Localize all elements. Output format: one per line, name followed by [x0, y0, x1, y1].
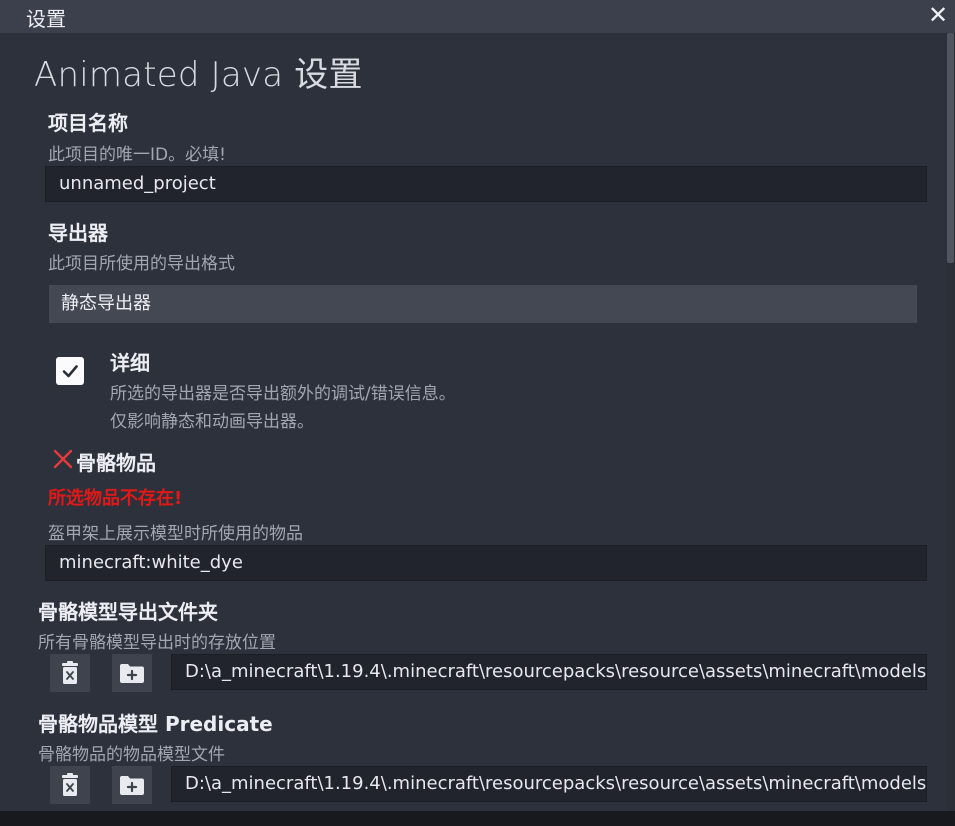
project-name-input[interactable]: unnamed_project [45, 166, 927, 202]
verbose-desc-line2: 仅影响静态和动画导出器。 [110, 412, 314, 432]
settings-panel: Animated Java 设置 项目名称 此项目的唯一ID。必填! unnam… [0, 33, 946, 811]
close-icon[interactable]: ✕ [926, 1, 950, 29]
rig-predicate-input[interactable]: D:\a_minecraft\1.19.4\.minecraft\resourc… [171, 766, 927, 802]
dialog-titlebar: 设置 ✕ [0, 0, 955, 33]
rig-item-desc: 盔甲架上展示模型时所使用的物品 [48, 524, 303, 544]
rig-export-folder-desc: 所有骨骼模型导出时的存放位置 [38, 633, 276, 653]
rig-predicate-label: 骨骼物品模型 Predicate [38, 712, 273, 736]
exporter-desc: 此项目所使用的导出格式 [48, 254, 235, 274]
rig-item-error: 所选物品不存在! [48, 488, 183, 509]
error-x-icon [52, 448, 74, 474]
rig-export-folder-clear-button[interactable] [50, 654, 90, 692]
verbose-desc-line1: 所选的导出器是否导出额外的调试/错误信息。 [110, 384, 456, 404]
folder-plus-icon [120, 664, 144, 683]
dialog-title: 设置 [26, 7, 66, 31]
rig-export-folder-browse-button[interactable] [112, 654, 152, 692]
exporter-label: 导出器 [48, 221, 108, 245]
folder-plus-icon [120, 776, 144, 795]
rig-item-input[interactable]: minecraft:white_dye [45, 545, 927, 581]
clear-icon [62, 773, 78, 796]
rig-item-label: 骨骼物品 [76, 451, 156, 475]
background-strip [0, 811, 955, 826]
rig-export-folder-input[interactable]: D:\a_minecraft\1.19.4\.minecraft\resourc… [171, 654, 927, 690]
project-name-desc: 此项目的唯一ID。必填! [48, 145, 226, 165]
scrollbar[interactable] [946, 33, 955, 811]
rig-predicate-clear-button[interactable] [50, 766, 90, 804]
rig-export-folder-label: 骨骼模型导出文件夹 [38, 600, 218, 624]
verbose-checkbox[interactable] [56, 357, 84, 385]
scrollbar-thumb[interactable] [947, 33, 954, 263]
rig-predicate-browse-button[interactable] [112, 766, 152, 804]
clear-icon [62, 661, 78, 684]
page-title: Animated Java 设置 [34, 55, 363, 95]
check-icon [62, 365, 78, 378]
verbose-label: 详细 [110, 351, 150, 375]
rig-predicate-desc: 骨骼物品的物品模型文件 [38, 745, 225, 765]
project-name-label: 项目名称 [48, 111, 128, 135]
exporter-select[interactable]: 静态导出器 [49, 285, 917, 323]
